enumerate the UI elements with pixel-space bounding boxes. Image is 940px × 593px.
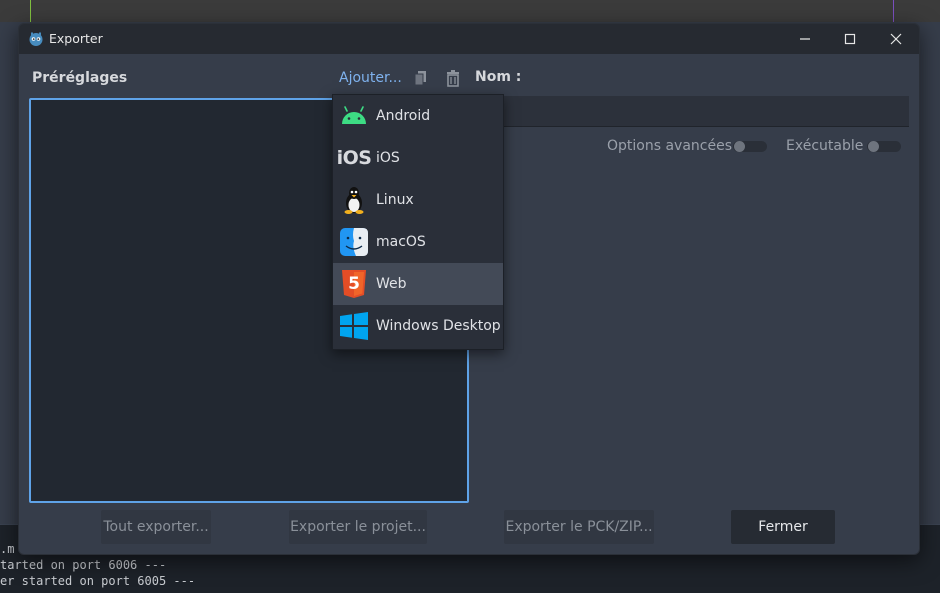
menu-item-macos[interactable]: macOS <box>333 221 503 263</box>
viewport-guide-line <box>893 0 894 22</box>
menu-item-label: iOS <box>376 150 400 166</box>
menu-item-ios[interactable]: iOS iOS <box>333 137 503 179</box>
linux-icon <box>338 184 370 216</box>
close-button[interactable]: Fermer <box>731 510 835 544</box>
console-line: .m <box>0 542 15 556</box>
export-pck-button[interactable]: Exporter le PCK/ZIP... <box>504 510 654 544</box>
minimize-button[interactable] <box>782 24 828 54</box>
platform-dropdown: Android iOS iOS Linux macOS 5 Web Window… <box>332 94 504 350</box>
menu-item-label: macOS <box>376 234 426 250</box>
menu-item-linux[interactable]: Linux <box>333 179 503 221</box>
close-icon <box>890 33 902 45</box>
macos-icon <box>338 226 370 258</box>
menu-item-windows-desktop[interactable]: Windows Desktop <box>333 305 503 347</box>
menu-item-label: Linux <box>376 192 414 208</box>
menu-item-label: Windows Desktop <box>376 318 501 334</box>
advanced-options-toggle[interactable] <box>733 141 767 152</box>
console-line: tarted on port 6006 --- <box>0 558 167 572</box>
godot-icon <box>29 32 43 46</box>
windows-icon <box>338 310 370 342</box>
console-line: er started on port 6005 --- <box>0 574 196 588</box>
menu-item-android[interactable]: Android <box>333 95 503 137</box>
menu-item-label: Web <box>376 276 407 292</box>
menu-item-web[interactable]: 5 Web <box>333 263 503 305</box>
maximize-button[interactable] <box>827 24 873 54</box>
toggle-knob <box>868 141 879 152</box>
export-all-button[interactable]: Tout exporter... <box>101 510 211 544</box>
menu-item-label: Android <box>376 108 431 124</box>
export-project-button[interactable]: Exporter le projet... <box>289 510 427 544</box>
toggle-knob <box>734 141 745 152</box>
add-preset-button[interactable]: Ajouter... <box>339 70 402 86</box>
editor-top-bar <box>0 0 940 22</box>
executable-toggle[interactable] <box>867 141 901 152</box>
close-window-button[interactable] <box>873 24 919 54</box>
android-icon <box>338 100 370 132</box>
executable-label: Exécutable <box>786 138 864 154</box>
trash-icon[interactable] <box>443 68 463 88</box>
html5-icon: 5 <box>338 268 370 300</box>
window-title: Exporter <box>49 31 103 46</box>
preset-name-field[interactable] <box>489 96 909 127</box>
ios-icon: iOS <box>336 147 372 169</box>
duplicate-icon[interactable] <box>411 68 431 88</box>
minimize-icon <box>800 38 810 40</box>
advanced-options-label: Options avancées <box>607 138 733 154</box>
presets-label: Préréglages <box>32 70 128 86</box>
viewport-guide-line <box>30 0 31 22</box>
maximize-icon <box>844 33 856 45</box>
title-bar[interactable]: Exporter <box>19 24 919 54</box>
name-label: Nom : <box>475 69 522 85</box>
